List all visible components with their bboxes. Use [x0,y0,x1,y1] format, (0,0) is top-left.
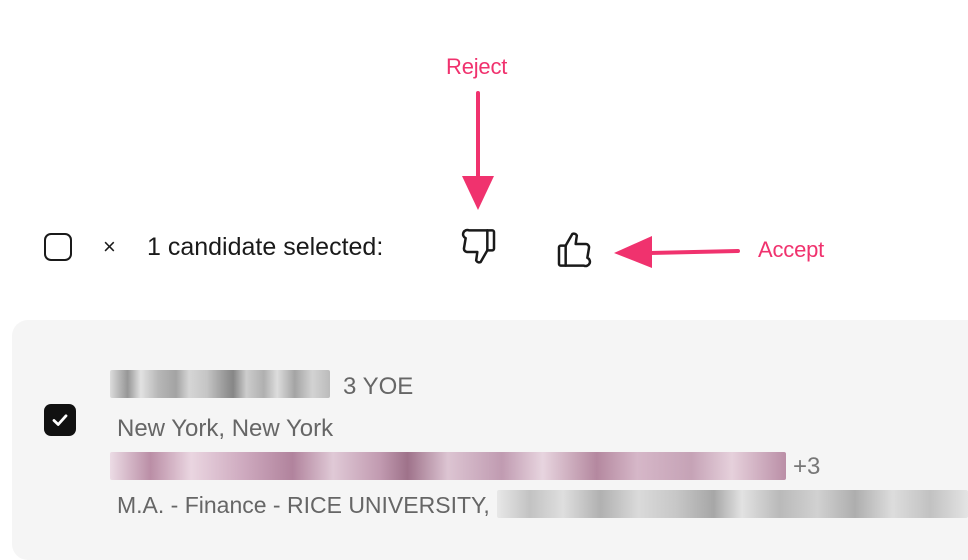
candidate-location: New York, New York [117,415,334,442]
clear-selection-icon[interactable]: × [103,233,116,261]
thumbs-down-icon [461,228,496,264]
select-all-checkbox[interactable] [44,233,72,261]
additional-roles-count[interactable]: +3 [793,452,820,482]
checkmark-icon [52,414,68,426]
candidate-education: M.A. - Finance - RICE UNIVERSITY, [117,492,490,518]
selection-count-label: 1 candidate selected: [147,233,384,261]
candidate-checkbox[interactable] [44,404,76,436]
reject-button[interactable] [458,226,500,268]
candidate-experience: 3 YOE [343,373,414,400]
thumbs-up-icon [557,232,592,268]
accept-button[interactable] [553,228,595,270]
